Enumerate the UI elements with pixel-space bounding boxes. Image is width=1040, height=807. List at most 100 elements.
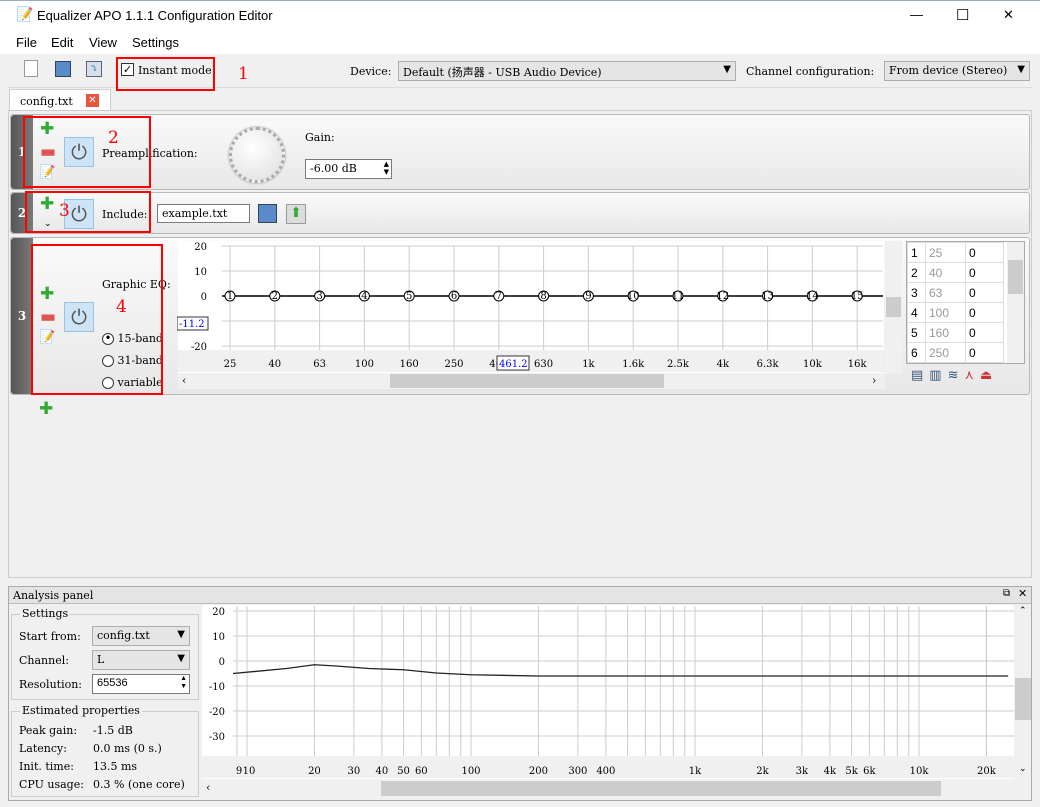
resolution-spinbox[interactable]: 65536 ▲ ▼ <box>92 674 190 694</box>
scroll-down-icon[interactable]: ⌄ <box>1019 764 1027 774</box>
start-from-select[interactable]: config.txt ▼ <box>92 626 190 646</box>
annotation-number-2: 2 <box>108 128 119 148</box>
band-gain[interactable]: 0 <box>965 282 1004 303</box>
load-icon[interactable]: ▤ <box>911 368 929 383</box>
band-number: 11 <box>672 291 685 302</box>
band-number: 6 <box>451 291 457 302</box>
scroll-right-icon[interactable]: › <box>872 374 876 387</box>
gain-spinbox[interactable]: -6.00 dB ▲ ▼ <box>305 159 392 179</box>
prop-label: Peak gain: <box>19 724 78 737</box>
close-button[interactable]: ✕ <box>1003 7 1014 23</box>
tab-config[interactable]: config.txt ✕ <box>9 89 111 111</box>
band-gain[interactable]: 0 <box>965 322 1004 343</box>
open-file-icon[interactable] <box>55 61 71 77</box>
analysis-title: Analysis panel <box>13 589 94 602</box>
scroll-up-icon[interactable]: ⌃ <box>1019 606 1027 616</box>
menu-view[interactable]: View <box>89 35 117 50</box>
menu-edit[interactable]: Edit <box>51 35 73 50</box>
table-row[interactable]: 3 63 0 <box>907 282 1004 303</box>
band-frequency[interactable]: 25 <box>925 242 966 263</box>
band-index: 4 <box>907 302 926 323</box>
scroll-thumb[interactable] <box>1015 678 1031 720</box>
drag-handle[interactable]: 3 <box>11 238 33 394</box>
float-icon[interactable]: ⧉ <box>1003 588 1010 599</box>
window-title: Equalizer APO 1.1.1 Configuration Editor <box>37 8 273 23</box>
band-frequency[interactable]: 40 <box>925 262 966 283</box>
annotation-box-2 <box>23 116 151 188</box>
reset-icon[interactable]: ⏏ <box>980 368 998 383</box>
graphic-eq-chart[interactable]: 20100-10-202540631001602504006301k1.6k2.… <box>177 240 885 390</box>
band-frequency[interactable]: 63 <box>925 282 966 303</box>
gain-knob[interactable] <box>229 127 285 183</box>
scroll-thumb[interactable] <box>390 374 664 388</box>
maximize-button[interactable]: ☐ <box>956 6 969 24</box>
table-row[interactable]: 6 250 0 <box>907 342 1004 363</box>
new-file-icon[interactable] <box>24 60 38 77</box>
plot-background <box>202 605 1014 779</box>
x-tick-label: 300 <box>568 766 587 777</box>
table-row[interactable]: 2 40 0 <box>907 262 1004 283</box>
x-tick-label: 2k <box>756 766 769 777</box>
close-panel-icon[interactable]: ✕ <box>1018 587 1027 600</box>
add-filter-icon[interactable]: ✚ <box>39 399 53 419</box>
scroll-thumb[interactable] <box>886 297 901 317</box>
spin-arrows-icon[interactable]: ▲ ▼ <box>384 160 389 176</box>
band-gain[interactable]: 0 <box>965 342 1004 363</box>
table-row[interactable]: 5 160 0 <box>907 322 1004 343</box>
band-frequency[interactable]: 250 <box>925 342 966 363</box>
device-select[interactable]: Default (扬声器 - USB Audio Device) ▼ <box>398 61 736 81</box>
close-tab-icon[interactable]: ✕ <box>86 94 99 107</box>
table-row[interactable]: 1 25 0 <box>907 242 1004 263</box>
menu-file[interactable]: File <box>16 35 37 50</box>
channel-select[interactable]: L ▼ <box>92 650 190 670</box>
table-row[interactable]: 4 100 0 <box>907 302 1004 323</box>
band-gain[interactable]: 0 <box>965 302 1004 323</box>
x-tick-label: 50 <box>397 766 410 777</box>
scroll-thumb[interactable] <box>381 781 941 796</box>
channel-config-select[interactable]: From device (Stereo) ▼ <box>884 61 1030 81</box>
menu-settings[interactable]: Settings <box>132 35 179 50</box>
band-index: 2 <box>907 262 926 283</box>
x-tick-label: 20k <box>977 766 997 777</box>
band-index: 5 <box>907 322 926 343</box>
band-number: 13 <box>761 291 774 302</box>
band-table[interactable]: 1 25 0 2 40 0 3 63 0 4 100 0 5 160 0 6 250 0 <box>906 241 1025 364</box>
gain-value: -6.00 dB <box>310 162 357 175</box>
save-file-icon[interactable]: ⤵ <box>86 61 102 77</box>
scroll-left-icon[interactable]: ‹ <box>182 374 186 387</box>
table-scrollbar[interactable] <box>1007 242 1024 363</box>
band-gain[interactable]: 0 <box>965 262 1004 283</box>
band-frequency[interactable]: 160 <box>925 322 966 343</box>
band-number: 5 <box>406 291 412 302</box>
eq-hscrollbar[interactable]: ‹ › <box>178 373 885 389</box>
x-tick-label: 60 <box>415 766 428 777</box>
x-tick-label: 40 <box>268 359 281 370</box>
tab-label: config.txt <box>20 95 73 108</box>
x-tick-label: 10k <box>910 766 930 777</box>
band-gain[interactable]: 0 <box>965 242 1004 263</box>
x-tick-label: 200 <box>529 766 548 777</box>
frequency-response-chart[interactable]: 20100-10-20-309 10 20 30 40 50 60 100 200 300 400 1… <box>201 604 1015 780</box>
resolution-value: 65536 <box>97 677 128 689</box>
x-tick-label: 16k <box>848 359 868 370</box>
open-file-icon[interactable] <box>258 204 277 223</box>
spin-arrows-icon[interactable]: ▲ ▼ <box>180 675 187 691</box>
y-tick-label: -20 <box>191 342 207 353</box>
edit-include-icon[interactable]: ⬆ <box>286 204 306 224</box>
cursor-y-value: -11.2 <box>179 319 205 330</box>
band-frequency[interactable]: 100 <box>925 302 966 323</box>
x-tick-label: 1k <box>689 766 702 777</box>
invert-icon[interactable]: ≋ <box>948 368 965 383</box>
gain-label: Gain: <box>305 131 335 144</box>
include-file-input[interactable]: example.txt <box>157 204 250 223</box>
scroll-left-icon[interactable]: ‹ <box>206 781 210 794</box>
x-tick-label: 4k <box>717 359 730 370</box>
x-tick-label: 10 <box>243 766 256 777</box>
settings-title: Settings <box>20 607 71 620</box>
analysis-hscrollbar[interactable]: ‹ <box>202 780 1015 797</box>
eq-vscrollbar[interactable] <box>885 241 902 374</box>
analysis-vscrollbar[interactable]: ⌃ ⌄ <box>1015 604 1031 780</box>
normalize-icon[interactable]: ⋏ <box>965 368 981 383</box>
minimize-button[interactable]: — <box>910 7 923 22</box>
save-icon[interactable]: ▥ <box>929 368 947 383</box>
